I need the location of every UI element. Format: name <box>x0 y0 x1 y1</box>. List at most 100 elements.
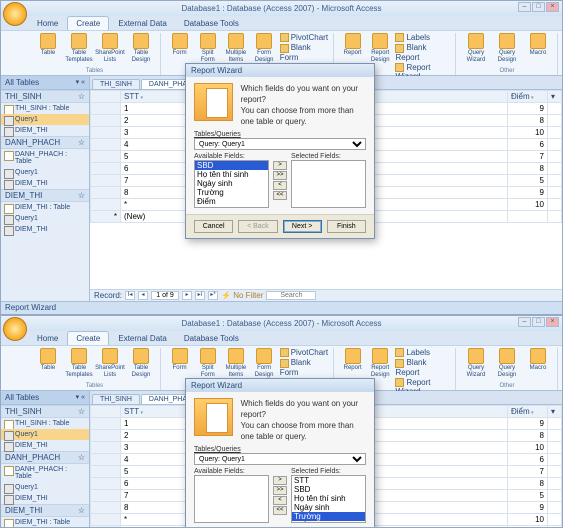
ribbon-sharepoint-lists[interactable]: SharePoint Lists <box>96 348 124 382</box>
ribbon-query-wizard[interactable]: Query Wizard <box>462 348 490 382</box>
nav-item[interactable]: Query1 <box>1 114 89 125</box>
ribbon-pivotchart[interactable]: PivotChart <box>280 348 329 357</box>
nav-item[interactable]: DIEM_THI <box>1 493 89 504</box>
available-fields-list[interactable] <box>194 475 269 523</box>
tab-create[interactable]: Create <box>67 331 109 345</box>
remove-field-button[interactable]: < <box>273 181 287 190</box>
ribbon-pivotchart[interactable]: PivotChart <box>280 33 329 42</box>
remove-all-button[interactable]: << <box>273 506 287 515</box>
ribbon-query-design[interactable]: Query Design <box>493 348 521 382</box>
wizard-title: Report Wizard <box>186 379 374 392</box>
tab-external-data[interactable]: External Data <box>110 332 174 345</box>
finish-button[interactable]: Finish <box>327 220 366 233</box>
add-field-button[interactable]: > <box>273 161 287 170</box>
add-all-button[interactable]: >> <box>273 486 287 495</box>
ribbon-labels[interactable]: Labels <box>395 348 450 357</box>
back-button[interactable]: < Back <box>238 220 277 233</box>
nav-item[interactable]: Query1 <box>1 429 89 440</box>
ribbon-table-design[interactable]: Table Design <box>127 33 155 67</box>
nav-header[interactable]: All Tables▾ « <box>1 391 89 405</box>
ribbon-table-templates[interactable]: Table Templates <box>65 33 93 67</box>
ribbon-sharepoint-lists[interactable]: SharePoint Lists <box>96 33 124 67</box>
titlebar: Database1 : Database (Access 2007) - Mic… <box>1 316 562 331</box>
nav-item[interactable]: DANH_PHACH : Table <box>1 149 89 167</box>
nav-item[interactable]: DIEM_THI <box>1 224 89 235</box>
tab-database-tools[interactable]: Database Tools <box>176 332 247 345</box>
nav-item[interactable]: DIEM_THI : Table <box>1 202 89 213</box>
tab-external-data[interactable]: External Data <box>110 17 174 30</box>
minimize-button[interactable]: – <box>518 2 531 12</box>
object-tab-thi_sinh[interactable]: THI_SINH <box>92 394 140 404</box>
remove-field-button[interactable]: < <box>273 496 287 505</box>
ribbon-query-design[interactable]: Query Design <box>493 33 521 67</box>
nav-item[interactable]: Query1 <box>1 213 89 224</box>
tab-home[interactable]: Home <box>29 332 66 345</box>
ribbon-group-other: Other <box>499 382 514 390</box>
tab-create[interactable]: Create <box>67 16 109 30</box>
next-record[interactable]: ▸ <box>182 291 192 300</box>
ribbon-tabs: HomeCreateExternal DataDatabase Tools <box>29 331 562 345</box>
tables-queries-label: Tables/Queries <box>194 446 366 453</box>
access-window-1: Database1 : Database (Access 2007) - Mic… <box>0 0 563 315</box>
available-fields-list[interactable]: SBDHọ tên thí sinhNgày sinhTrườngĐiểm <box>194 160 269 208</box>
ribbon-labels[interactable]: Labels <box>395 33 450 42</box>
ribbon-blank-form[interactable]: Blank Form <box>280 358 329 376</box>
selected-fields-label: Selected Fields: <box>291 468 366 475</box>
ribbon-blank-form[interactable]: Blank Form <box>280 43 329 61</box>
ribbon-table-design[interactable]: Table Design <box>127 348 155 382</box>
wizard-prompt: Which fields do you want on your report?… <box>241 83 366 127</box>
selected-fields-list[interactable]: STTSBDHọ tên thí sinhNgày sinhTrườngĐiểm <box>291 475 366 523</box>
ribbon-macro[interactable]: Macro <box>524 33 552 67</box>
nav-group-danh_phach[interactable]: DANH_PHACH☆ <box>1 136 89 149</box>
new-record[interactable]: ▸* <box>208 291 218 300</box>
nav-group-danh_phach[interactable]: DANH_PHACH☆ <box>1 451 89 464</box>
nav-item[interactable]: DIEM_THI <box>1 178 89 189</box>
tab-home[interactable]: Home <box>29 17 66 30</box>
close-button[interactable]: × <box>546 317 559 327</box>
ribbon-table-templates[interactable]: Table Templates <box>65 348 93 382</box>
nav-item[interactable]: THI_SINH : Table <box>1 103 89 114</box>
prev-record[interactable]: ◂ <box>138 291 148 300</box>
office-orb[interactable] <box>3 2 27 26</box>
nav-item[interactable]: DANH_PHACH : Table <box>1 464 89 482</box>
maximize-button[interactable]: □ <box>532 2 545 12</box>
office-orb[interactable] <box>3 317 27 341</box>
ribbon-macro[interactable]: Macro <box>524 348 552 382</box>
object-tab-thi_sinh[interactable]: THI_SINH <box>92 79 140 89</box>
ribbon-table[interactable]: Table <box>34 33 62 67</box>
nav-item[interactable]: Query1 <box>1 167 89 178</box>
first-record[interactable]: I◂ <box>125 291 135 300</box>
nav-header[interactable]: All Tables▾ « <box>1 76 89 90</box>
add-field-button[interactable]: > <box>273 476 287 485</box>
cancel-button[interactable]: Cancel <box>194 220 233 233</box>
tab-database-tools[interactable]: Database Tools <box>176 17 247 30</box>
ribbon-blank-report[interactable]: Blank Report <box>395 358 450 376</box>
nav-item[interactable]: Query1 <box>1 482 89 493</box>
ribbon-query-wizard[interactable]: Query Wizard <box>462 33 490 67</box>
maximize-button[interactable]: □ <box>532 317 545 327</box>
next-button[interactable]: Next > <box>283 220 322 233</box>
selected-fields-list[interactable] <box>291 160 366 208</box>
record-position[interactable] <box>151 291 179 300</box>
nav-group-thi_sinh[interactable]: THI_SINH☆ <box>1 405 89 418</box>
nav-group-diem_thi[interactable]: DIEM_THI☆ <box>1 189 89 202</box>
close-button[interactable]: × <box>546 2 559 12</box>
nav-item[interactable]: DIEM_THI <box>1 125 89 136</box>
search-box[interactable] <box>266 291 316 300</box>
nav-item[interactable]: DIEM_THI : Table <box>1 517 89 528</box>
nav-item[interactable]: THI_SINH : Table <box>1 418 89 429</box>
add-all-button[interactable]: >> <box>273 171 287 180</box>
tables-queries-select[interactable]: Query: Query1 <box>194 138 366 150</box>
remove-all-button[interactable]: << <box>273 191 287 200</box>
ribbon-blank-report[interactable]: Blank Report <box>395 43 450 61</box>
report-wizard-dialog: Report Wizard Which fields do you want o… <box>185 63 375 239</box>
selected-fields-label: Selected Fields: <box>291 153 366 160</box>
last-record[interactable]: ▸I <box>195 291 205 300</box>
minimize-button[interactable]: – <box>518 317 531 327</box>
ribbon-table[interactable]: Table <box>34 348 62 382</box>
tables-queries-select[interactable]: Query: Query1 <box>194 453 366 465</box>
nav-item[interactable]: DIEM_THI <box>1 440 89 451</box>
available-fields-label: Available Fields: <box>194 468 269 475</box>
nav-group-diem_thi[interactable]: DIEM_THI☆ <box>1 504 89 517</box>
nav-group-thi_sinh[interactable]: THI_SINH☆ <box>1 90 89 103</box>
